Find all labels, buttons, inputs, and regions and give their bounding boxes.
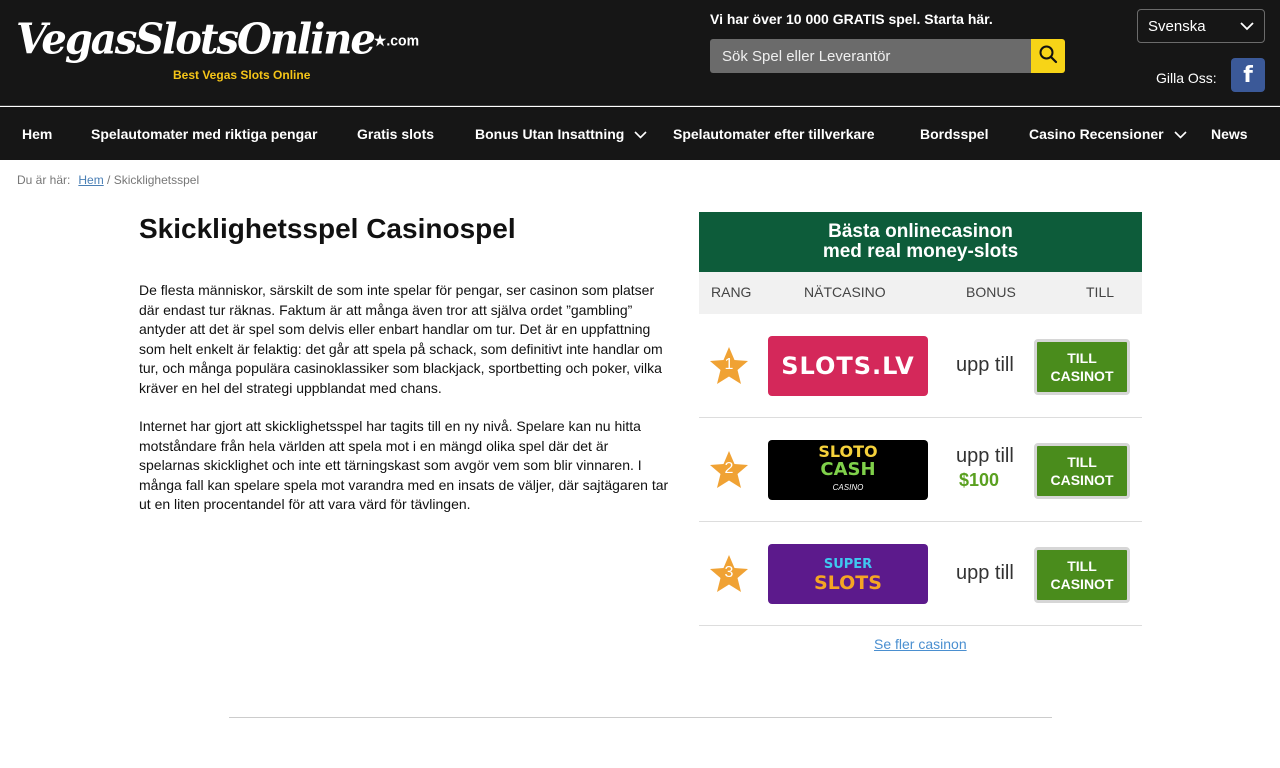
casino-row: 2 SLOTO CASH CASINO upp till $100 TILL CA… [699,418,1142,522]
panel-title-line: Bästa onlinecasinon [828,221,1013,242]
nav-item-hem[interactable]: Hem [22,107,52,160]
rank-number: 3 [724,564,734,581]
search-button[interactable] [1031,39,1065,73]
nav-label: Bordsspel [920,125,989,142]
article-paragraph: De flesta människor, särskilt de som int… [139,282,663,396]
panel-column-headers: RANG NÄTCASINO BONUS TILL [699,272,1142,314]
see-more-casinos-link[interactable]: Se fler casinon [874,636,967,652]
casino-logo-text: SLOTS [814,572,882,594]
rank-number: 2 [724,460,734,477]
nav-label: Gratis slots [357,125,435,142]
slotocash-logo[interactable]: SLOTO CASH CASINO [768,440,928,500]
main-nav: Hem Spelautomater med riktiga pengar Gra… [0,107,1280,160]
cta-line: CASINOT [1050,472,1114,488]
divider [229,717,1052,718]
breadcrumb-home-link[interactable]: Hem [78,173,103,187]
bonus-text: upp till [956,445,1014,467]
nav-item-gratis-slots[interactable]: Gratis slots [357,107,434,160]
nav-item-spelautomater[interactable]: Spelautomater med riktiga pengar [91,107,317,160]
casino-ranking-panel: Bästa onlinecasinon med real money-slots… [699,212,1142,626]
chevron-down-icon [1174,126,1187,142]
column-rank: RANG [711,284,752,300]
to-casino-button[interactable]: TILL CASINOT [1034,547,1130,603]
chevron-down-icon [1240,18,1254,35]
cta-line: CASINOT [1050,368,1114,384]
slotslv-logo[interactable]: SLOTS.LV [768,336,928,396]
nav-item-bonus[interactable]: Bonus Utan Insattning [475,107,647,160]
facebook-icon[interactable]: f [1231,58,1265,92]
nav-item-casino-recensioner[interactable]: Casino Recensioner [1029,107,1187,160]
cta-line: CASINOT [1050,576,1114,592]
casino-row: 3 SUPER SLOTS upp till TILL CASINOT [699,522,1142,626]
breadcrumb-current: Skicklighetsspel [113,173,200,187]
nav-item-tillverkare[interactable]: Spelautomater efter tillverkare [673,107,875,160]
rank-badge: 2 [708,449,750,491]
nav-item-news[interactable]: News [1211,107,1248,160]
column-to: TILL [1086,284,1115,300]
search-input[interactable] [710,39,1031,73]
site-header: VegasSlotsOnline★.com Best Vegas Slots O… [0,0,1280,106]
bonus-text: upp till [956,562,1014,584]
language-select[interactable]: Svenska [1137,9,1265,43]
cta-line: TILL [1067,350,1097,366]
language-label: Svenska [1148,17,1206,35]
rank-badge: 3 [708,553,750,595]
search-icon [1038,44,1058,69]
casino-logo-text: SLOTS.LV [781,352,915,380]
bonus-amount: $100 [959,470,1000,490]
breadcrumb: Du är här: Hem / Skicklighetsspel [17,173,199,187]
superslots-logo[interactable]: SUPER SLOTS [768,544,928,604]
cta-line: TILL [1067,454,1097,470]
nav-label: Spelautomater efter tillverkare [673,125,875,142]
like-label: Gilla Oss: [1156,70,1217,86]
panel-title: Bästa onlinecasinon med real money-slots [699,212,1142,272]
article-paragraph: Internet har gjort att skicklighetsspel … [139,418,669,512]
logo-tagline: Best Vegas Slots Online [173,68,311,82]
rank-badge: 1 [708,345,750,387]
page-title: Skicklighetsspel Casinospel [139,213,516,244]
to-casino-button[interactable]: TILL CASINOT [1034,339,1130,395]
column-bonus: BONUS [966,284,1016,300]
nav-label: Hem [22,125,53,142]
logo-com: ★.com [373,31,420,49]
to-casino-button[interactable]: TILL CASINOT [1034,443,1130,499]
site-logo[interactable]: VegasSlotsOnline★.com Best Vegas Slots O… [16,14,420,88]
nav-item-bordsspel[interactable]: Bordsspel [920,107,988,160]
casino-logo-text: CASINO [832,483,864,492]
casino-row: 1 SLOTS.LV upp till TILL CASINOT [699,314,1142,418]
promo-text: Vi har över 10 000 GRATIS spel. Starta h… [710,11,993,27]
nav-label: Bonus Utan Insattning [475,125,625,142]
rank-number: 1 [724,356,734,373]
casino-logo-text: CASH [820,459,876,480]
bonus-text: upp till [956,354,1014,376]
column-casino: NÄTCASINO [804,284,886,300]
nav-label: News [1211,125,1248,142]
logo-wordmark: VegasSlotsOnline★.com [16,14,420,65]
panel-title-line: med real money-slots [822,241,1019,262]
breadcrumb-prefix: Du är här: [17,173,71,187]
nav-label: Spelautomater med riktiga pengar [91,125,318,142]
breadcrumb-separator: / [107,173,111,187]
nav-label: Casino Recensioner [1029,125,1164,142]
chevron-down-icon [634,126,647,142]
cta-line: TILL [1067,558,1097,574]
